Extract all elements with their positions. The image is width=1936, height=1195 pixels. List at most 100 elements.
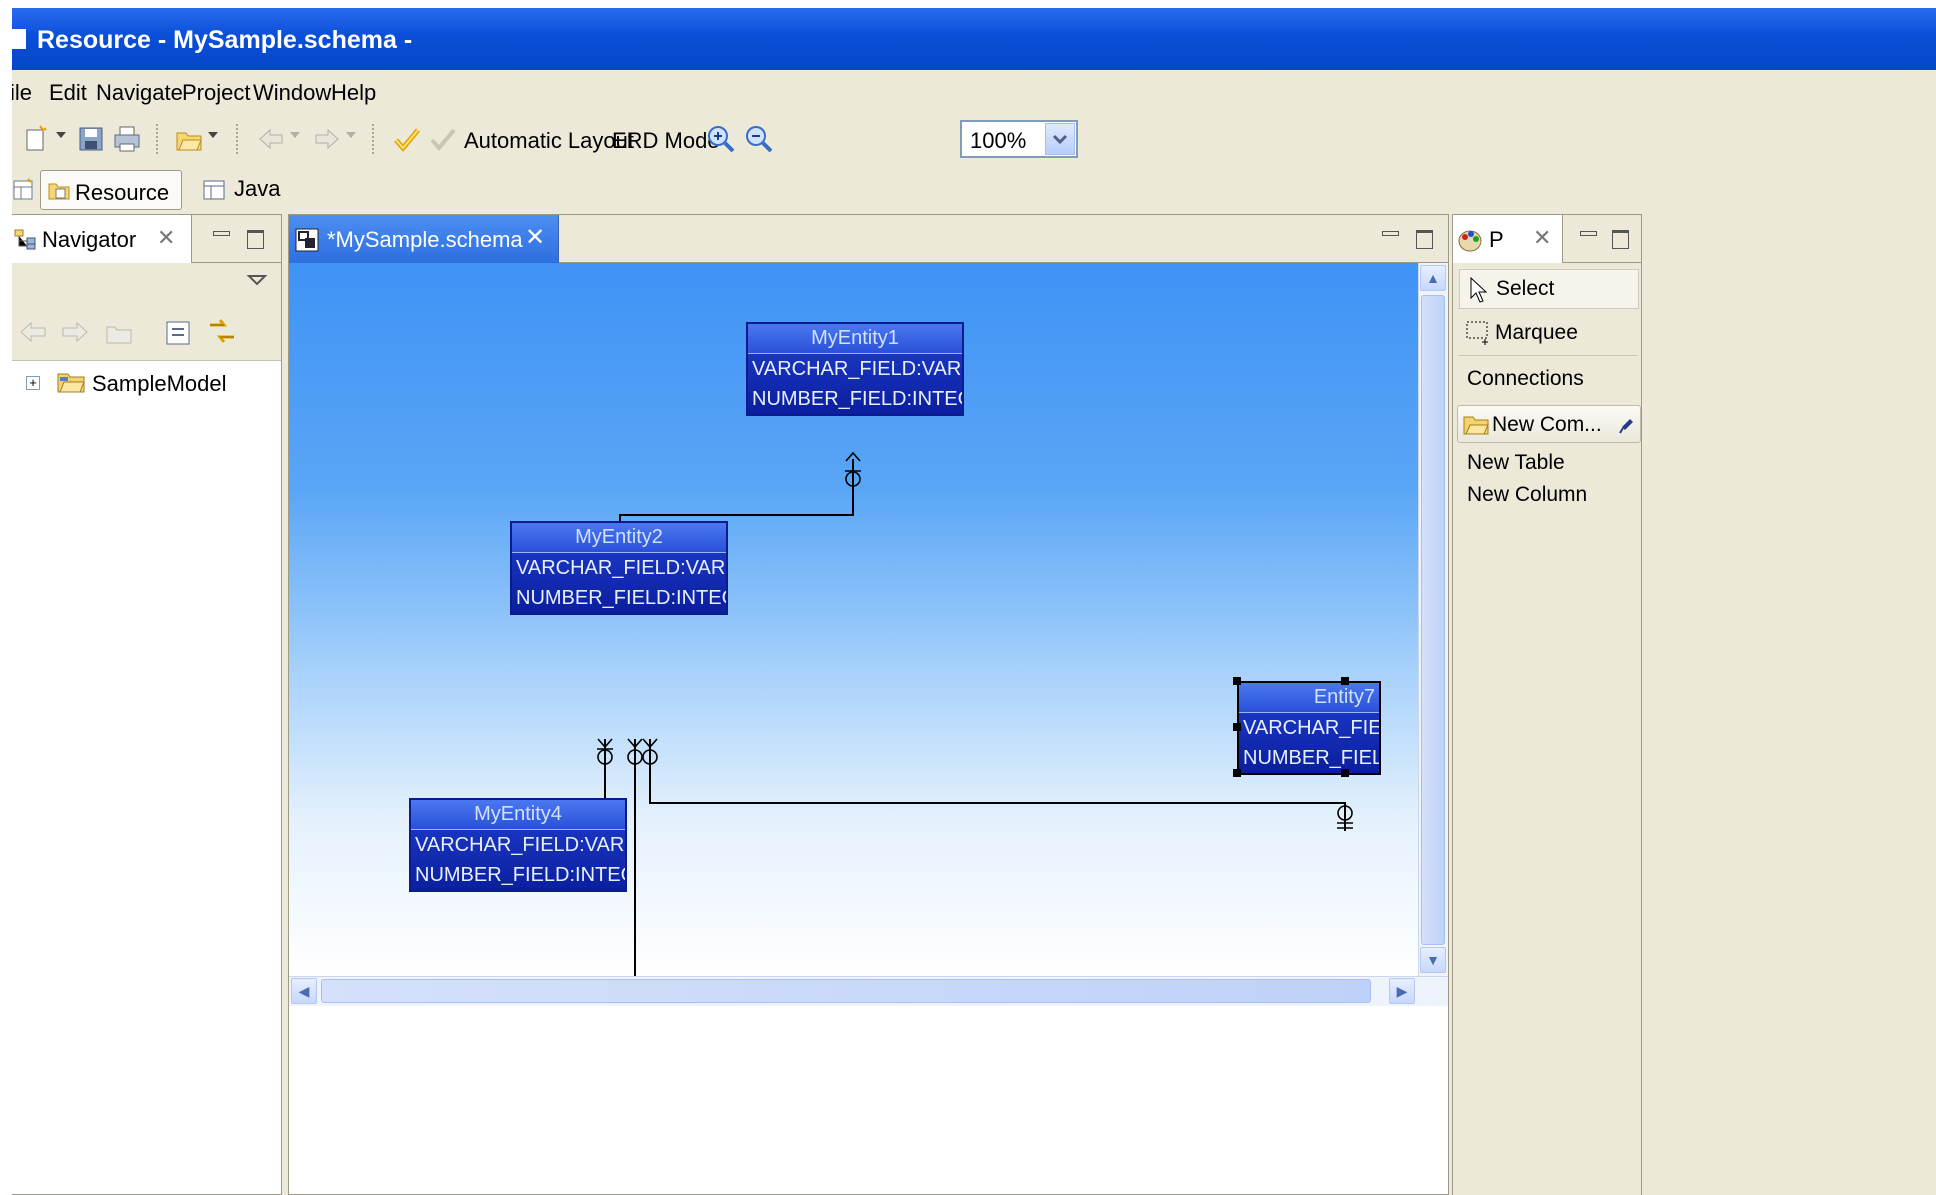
palette-divider: [1459, 355, 1637, 356]
forward-arrow-icon[interactable]: [60, 319, 90, 345]
palette-body: Select Marquee Connections New Com... Ne…: [1453, 263, 1641, 1195]
java-perspective-icon[interactable]: [202, 178, 226, 202]
zoom-in-icon[interactable]: [706, 124, 736, 154]
zoom-level-select[interactable]: 100%: [960, 120, 1078, 158]
scroll-up-icon[interactable]: ▲: [1420, 265, 1446, 291]
horizontal-scroll-thumb[interactable]: [321, 979, 1371, 1003]
title-bar: Resource - MySample.schema -: [12, 8, 1936, 70]
selection-handle[interactable]: [1233, 769, 1241, 777]
selection-handle[interactable]: [1233, 677, 1241, 685]
link-with-editor-icon[interactable]: [206, 315, 238, 347]
entity-myentity1[interactable]: MyEntity1 VARCHAR_FIELD:VARCHAR NUMBER_F…: [746, 322, 964, 416]
palette-icon: [1458, 230, 1482, 252]
perspective-resource-button[interactable]: Resource: [40, 170, 182, 210]
automatic-layout-button[interactable]: Automatic Layout: [464, 128, 634, 154]
selection-handle[interactable]: [1341, 769, 1349, 777]
palette-new-table-tool[interactable]: New Table: [1467, 451, 1565, 475]
menu-navigate[interactable]: Navigate: [96, 80, 183, 106]
back-arrow-icon[interactable]: [18, 319, 48, 345]
open-folder-icon[interactable]: [174, 124, 204, 154]
menu-file[interactable]: ile: [12, 80, 32, 106]
palette-new-column-tool[interactable]: New Column: [1467, 483, 1587, 507]
tree-expand-toggle[interactable]: +: [26, 376, 40, 390]
tab-navigator[interactable]: Navigator ✕: [12, 215, 192, 263]
entity-field[interactable]: VARCHAR_FIELD:: [1239, 713, 1379, 743]
minimize-icon[interactable]: [1381, 229, 1399, 247]
entity-field[interactable]: NUMBER_FIELD:IN: [1239, 743, 1379, 773]
editor-view-header: *MySample.schema ✕: [289, 215, 1448, 263]
scroll-right-icon[interactable]: ▶: [1389, 978, 1415, 1004]
selection-handle[interactable]: [1233, 723, 1241, 731]
menu-help[interactable]: Help: [331, 80, 376, 106]
maximize-icon[interactable]: [1415, 229, 1433, 249]
close-icon[interactable]: ✕: [157, 225, 175, 251]
zoom-out-icon[interactable]: [744, 124, 774, 154]
tab-mysample-schema[interactable]: *MySample.schema ✕: [289, 215, 559, 263]
window-title: Resource - MySample.schema -: [37, 26, 413, 54]
editor-tab-title: *MySample.schema: [327, 227, 523, 252]
close-icon[interactable]: ✕: [525, 223, 545, 252]
relation-e2-offscreen[interactable]: [634, 739, 1173, 976]
entity-field[interactable]: VARCHAR_FIELD:VARCHAR: [411, 830, 625, 860]
cursor-arrow-icon: [1470, 276, 1488, 303]
chevron-down-icon[interactable]: [1045, 123, 1075, 155]
new-dropdown-icon[interactable]: [56, 132, 66, 138]
vertical-scrollbar[interactable]: ▲ ▼: [1418, 263, 1448, 976]
entity-myentity4[interactable]: MyEntity4 VARCHAR_FIELD:VARCHAR NUMBER_F…: [409, 798, 627, 892]
print-icon[interactable]: [112, 124, 142, 154]
palette-select-tool[interactable]: Select: [1459, 269, 1639, 309]
back-dropdown-icon[interactable]: [290, 132, 300, 138]
entity-field[interactable]: VARCHAR_FIELD:VARCHAR: [748, 354, 962, 384]
vertical-scroll-thumb[interactable]: [1421, 295, 1445, 945]
view-menu-icon[interactable]: [246, 273, 268, 287]
entity-title: MyEntity4: [411, 800, 625, 830]
entity-field[interactable]: NUMBER_FIELD:INTEGER: [512, 583, 726, 613]
entity-field[interactable]: NUMBER_FIELD:INTEGER: [748, 384, 962, 414]
minimize-icon[interactable]: [212, 229, 230, 247]
maximize-icon[interactable]: [246, 229, 264, 249]
palette-view-header: P ✕: [1453, 215, 1641, 263]
eclipse-window: Resource - MySample.schema - ile Edit Na…: [12, 8, 1936, 1195]
toolbar-separator: [236, 124, 238, 154]
horizontal-scrollbar[interactable]: ◀ ▶: [289, 976, 1448, 1006]
navigator-title: Navigator: [42, 227, 137, 252]
palette-marquee-tool[interactable]: Marquee: [1495, 321, 1578, 345]
tree-item-samplemodel[interactable]: SampleModel: [92, 371, 227, 397]
minimize-icon[interactable]: [1579, 229, 1597, 247]
collapse-all-icon[interactable]: [164, 319, 192, 347]
pin-icon[interactable]: [1618, 415, 1636, 435]
menu-edit[interactable]: Edit: [49, 80, 87, 106]
scroll-left-icon[interactable]: ◀: [291, 978, 317, 1004]
diagram-canvas[interactable]: MyEntity1 VARCHAR_FIELD:VARCHAR NUMBER_F…: [289, 263, 1418, 976]
close-icon[interactable]: ✕: [1533, 225, 1551, 251]
entity-field[interactable]: VARCHAR_FIELD:VARCHAR: [512, 553, 726, 583]
entity-title: MyEntity2: [512, 523, 726, 553]
entity-entity7[interactable]: Entity7 VARCHAR_FIELD: NUMBER_FIELD:IN: [1237, 681, 1381, 775]
forward-dropdown-icon[interactable]: [346, 132, 356, 138]
disabled-check-icon[interactable]: [428, 124, 458, 154]
entity-title: MyEntity1: [748, 324, 962, 354]
new-file-icon[interactable]: [22, 124, 52, 154]
selection-handle[interactable]: [1341, 677, 1349, 685]
validate-check-icon[interactable]: [392, 124, 422, 154]
tab-palette[interactable]: P ✕: [1453, 215, 1563, 263]
navigator-view: Navigator ✕ + SampleModel: [12, 214, 282, 1195]
erd-mode-button[interactable]: ERD Mode: [612, 128, 720, 154]
navigator-icon: [14, 229, 36, 250]
palette-connections-tool[interactable]: Connections: [1467, 367, 1584, 391]
perspective-java-button[interactable]: Java: [234, 176, 280, 202]
open-dropdown-icon[interactable]: [208, 132, 218, 138]
entity-myentity2[interactable]: MyEntity2 VARCHAR_FIELD:VARCHAR NUMBER_F…: [510, 521, 728, 615]
scroll-down-icon[interactable]: ▼: [1420, 947, 1446, 973]
palette-drawer-new-component[interactable]: New Com...: [1457, 405, 1641, 443]
open-perspective-icon[interactable]: [12, 178, 36, 202]
entity-field[interactable]: NUMBER_FIELD:INTEGER: [411, 860, 625, 890]
save-icon[interactable]: [76, 124, 106, 154]
menu-window[interactable]: Window: [253, 80, 331, 106]
up-folder-icon[interactable]: [104, 319, 134, 345]
maximize-icon[interactable]: [1611, 229, 1629, 249]
forward-arrow-icon[interactable]: [312, 124, 342, 154]
menu-project[interactable]: Project: [182, 80, 250, 106]
back-arrow-icon[interactable]: [256, 124, 286, 154]
marquee-icon[interactable]: [1465, 319, 1493, 347]
